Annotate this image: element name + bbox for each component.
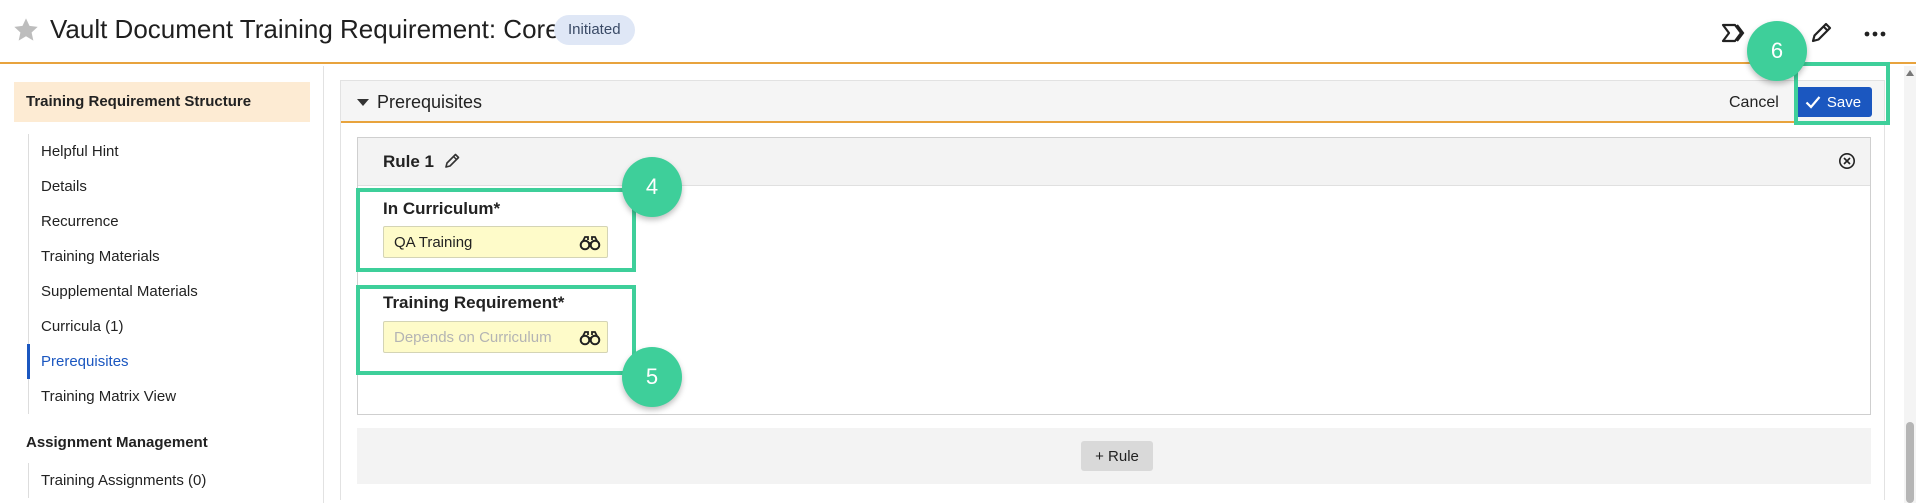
highlight-save bbox=[1794, 62, 1890, 125]
scrollbar-thumb[interactable] bbox=[1906, 422, 1914, 503]
highlight-training-requirement bbox=[356, 285, 636, 375]
highlight-in-curriculum bbox=[356, 188, 636, 272]
workflow-icon[interactable] bbox=[1720, 20, 1750, 46]
star-icon[interactable] bbox=[12, 16, 40, 44]
sidebar-nav-list-2: Training Assignments (0) bbox=[28, 463, 206, 498]
sidebar-item-curricula[interactable]: Curricula (1) bbox=[29, 309, 198, 344]
callout-number-5: 5 bbox=[622, 347, 682, 407]
remove-rule-icon[interactable] bbox=[1838, 152, 1856, 170]
sidebar-nav-list: Helpful Hint Details Recurrence Training… bbox=[27, 134, 198, 414]
sidebar-item-training-materials[interactable]: Training Materials bbox=[29, 239, 198, 274]
sidebar-section-training-requirement-structure[interactable]: Training Requirement Structure bbox=[14, 82, 310, 122]
section-header: Prerequisites Cancel Save bbox=[341, 81, 1884, 123]
cancel-button[interactable]: Cancel bbox=[1729, 94, 1779, 112]
collapse-caret-icon[interactable] bbox=[357, 99, 369, 106]
edit-pencil-icon[interactable] bbox=[1806, 20, 1836, 46]
sidebar-section-assignment-management[interactable]: Assignment Management bbox=[26, 434, 208, 451]
sidebar-item-prerequisites[interactable]: Prerequisites bbox=[27, 344, 198, 379]
callout-number-4: 4 bbox=[622, 157, 682, 217]
sidebar-item-supplemental-materials[interactable]: Supplemental Materials bbox=[29, 274, 198, 309]
edit-rule-name-icon[interactable] bbox=[443, 152, 461, 170]
sidebar: Training Requirement Structure Helpful H… bbox=[0, 66, 324, 503]
more-actions-icon[interactable] bbox=[1860, 20, 1890, 46]
section-title: Prerequisites bbox=[377, 92, 483, 112]
page-title: Vault Document Training Requirement: Cor… bbox=[50, 14, 560, 44]
vertical-scrollbar[interactable] bbox=[1904, 66, 1916, 503]
rule-header: Rule 1 bbox=[358, 138, 1870, 186]
sidebar-item-training-assignments[interactable]: Training Assignments (0) bbox=[29, 463, 206, 498]
sidebar-item-recurrence[interactable]: Recurrence bbox=[29, 204, 198, 239]
scroll-up-arrow-icon[interactable] bbox=[1906, 70, 1914, 76]
sidebar-item-training-matrix-view[interactable]: Training Matrix View bbox=[29, 379, 198, 414]
sidebar-item-details[interactable]: Details bbox=[29, 169, 198, 204]
sidebar-item-helpful-hint[interactable]: Helpful Hint bbox=[29, 134, 198, 169]
add-rule-bar: + Rule bbox=[357, 428, 1871, 484]
add-rule-button[interactable]: + Rule bbox=[1081, 441, 1153, 471]
status-badge: Initiated bbox=[554, 15, 635, 45]
record-header: Vault Document Training Requirement: Cor… bbox=[0, 0, 1916, 64]
callout-number-6: 6 bbox=[1747, 21, 1807, 81]
rule-title: Rule 1 bbox=[383, 152, 435, 171]
